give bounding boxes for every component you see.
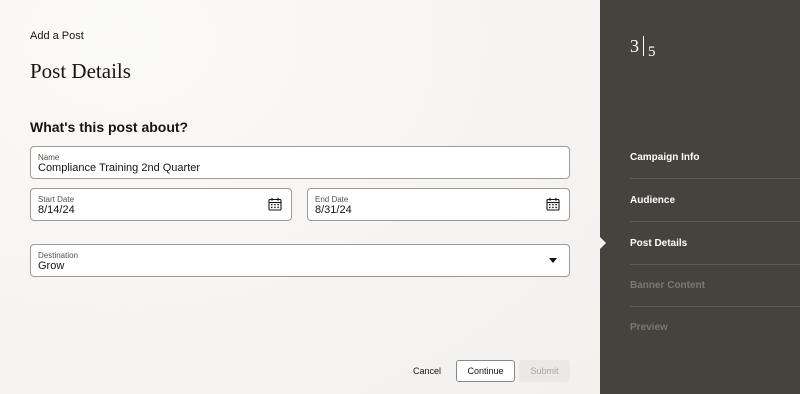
step-label: Post Details bbox=[630, 237, 688, 249]
current-step-number: 3 bbox=[630, 36, 639, 56]
step-post-details[interactable]: Post Details bbox=[630, 222, 800, 265]
name-field-label: Name bbox=[38, 153, 60, 162]
step-label: Campaign Info bbox=[630, 151, 700, 163]
step-label: Audience bbox=[630, 194, 676, 206]
cancel-button[interactable]: Cancel bbox=[405, 360, 449, 382]
submit-button[interactable]: Submit bbox=[519, 360, 570, 382]
progress-sidebar: 3 5 Campaign Info Audience Post Details … bbox=[600, 0, 800, 394]
calendar-icon[interactable] bbox=[268, 197, 282, 211]
calendar-icon[interactable] bbox=[546, 197, 560, 211]
name-field-value[interactable]: Compliance Training 2nd Quarter bbox=[38, 162, 200, 174]
page-title: Post Details bbox=[30, 59, 131, 83]
name-field[interactable]: Name Compliance Training 2nd Quarter bbox=[30, 146, 570, 179]
main-panel: Add a Post Post Details What's this post… bbox=[0, 0, 600, 394]
current-step-indicator bbox=[600, 237, 606, 249]
step-campaign-info[interactable]: Campaign Info bbox=[630, 136, 800, 179]
continue-button[interactable]: Continue bbox=[456, 360, 515, 382]
step-banner-content: Banner Content bbox=[630, 264, 800, 307]
start-date-field[interactable]: Start Date 8/14/24 bbox=[30, 188, 292, 221]
destination-select[interactable]: Destination Grow bbox=[30, 244, 570, 277]
section-title: What's this post about? bbox=[30, 119, 189, 135]
breadcrumb: Add a Post bbox=[30, 30, 84, 42]
end-date-label: End Date bbox=[315, 195, 349, 204]
step-label: Banner Content bbox=[630, 279, 705, 291]
end-date-field[interactable]: End Date 8/31/24 bbox=[307, 188, 570, 221]
total-steps-number: 5 bbox=[648, 44, 656, 60]
end-date-value[interactable]: 8/31/24 bbox=[315, 204, 352, 216]
start-date-value[interactable]: 8/14/24 bbox=[38, 204, 75, 216]
chevron-down-icon[interactable] bbox=[549, 258, 557, 263]
start-date-label: Start Date bbox=[38, 195, 75, 204]
step-preview: Preview bbox=[630, 306, 800, 349]
step-counter: 3 5 bbox=[630, 36, 656, 60]
step-divider bbox=[643, 36, 644, 56]
step-label: Preview bbox=[630, 322, 668, 333]
step-audience[interactable]: Audience bbox=[630, 179, 800, 222]
destination-value[interactable]: Grow bbox=[38, 260, 64, 272]
destination-label: Destination bbox=[38, 251, 79, 260]
